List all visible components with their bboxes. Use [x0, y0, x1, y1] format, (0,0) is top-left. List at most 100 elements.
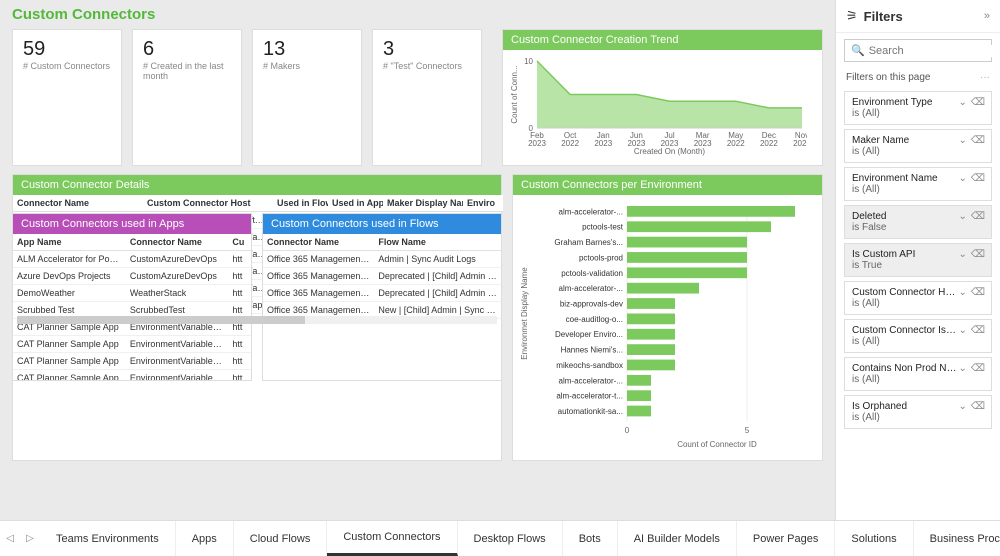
cell: Office 365 Management API — [263, 285, 374, 302]
col-header[interactable]: Used in Apps — [328, 195, 383, 212]
chevron-down-icon[interactable]: ⌄ — [958, 363, 966, 374]
nav-tab[interactable]: AI Builder Models — [618, 521, 737, 556]
svg-text:alm-accelerator-...: alm-accelerator-... — [559, 207, 623, 216]
clear-icon[interactable]: ⌫ — [971, 287, 985, 298]
cell: ALM Accelerator for Power Platform — [13, 251, 126, 268]
col-header[interactable]: Connector Name — [126, 234, 229, 251]
clear-icon[interactable]: ⌫ — [971, 211, 985, 222]
table-row[interactable]: ALM Accelerator for Power PlatformCustom… — [13, 251, 251, 268]
chevron-down-icon[interactable]: ⌄ — [958, 97, 966, 108]
filter-card[interactable]: Environment Typeis (All)⌄⌫ — [844, 91, 992, 125]
nav-tab[interactable]: Power Pages — [737, 521, 835, 556]
nav-tab[interactable]: Bots — [563, 521, 618, 556]
search-icon: 🔍 — [851, 44, 865, 57]
svg-text:2022: 2022 — [727, 139, 745, 148]
col-header[interactable]: Connector Name — [13, 195, 143, 212]
clear-icon[interactable]: ⌫ — [971, 173, 985, 184]
table-row[interactable]: DemoWeatherWeatherStackhtt — [13, 285, 251, 302]
filter-value: is (All) — [852, 412, 984, 423]
kpi-label: # "Test" Connectors — [383, 61, 471, 71]
filter-value: is (All) — [852, 374, 984, 385]
clear-icon[interactable]: ⌫ — [971, 325, 985, 336]
filter-name: Contains Non Prod Na... — [852, 363, 957, 374]
chevron-down-icon[interactable]: ⌄ — [958, 249, 966, 260]
filter-card[interactable]: Deletedis False⌄⌫ — [844, 205, 992, 239]
clear-icon[interactable]: ⌫ — [971, 401, 985, 412]
col-header[interactable]: Cu — [228, 234, 251, 251]
search-input[interactable] — [869, 45, 1000, 57]
nav-tab[interactable]: Business Process Flows — [914, 521, 1000, 556]
collapse-icon[interactable]: » — [984, 10, 990, 22]
flows-table[interactable]: Connector NameFlow Name Office 365 Manag… — [263, 234, 501, 319]
table-row[interactable]: Office 365 Management APIDeprecated | [C… — [263, 268, 501, 285]
nav-tab[interactable]: Custom Connectors — [327, 521, 457, 556]
chevron-down-icon[interactable]: ⌄ — [958, 211, 966, 222]
chevron-down-icon[interactable]: ⌄ — [958, 401, 966, 412]
svg-text:Graham Barnes's...: Graham Barnes's... — [554, 238, 623, 247]
filter-card[interactable]: Is Orphanedis (All)⌄⌫ — [844, 395, 992, 429]
cell: CAT Planner Sample App — [13, 336, 126, 353]
cell: CustomAzureDevOps — [126, 251, 229, 268]
search-box[interactable]: 🔍 — [844, 39, 992, 62]
svg-text:10: 10 — [524, 57, 533, 66]
kpi-card-test[interactable]: 3# "Test" Connectors — [372, 29, 482, 166]
filter-card[interactable]: Contains Non Prod Na...is (All)⌄ ⌫ — [844, 357, 992, 391]
svg-text:2022: 2022 — [760, 139, 778, 148]
more-icon[interactable]: ··· — [980, 72, 990, 83]
col-header[interactable]: Enviro — [463, 195, 503, 212]
env-chart[interactable]: Custom Connectors per Environment 05alm-… — [512, 174, 823, 461]
apps-table-card[interactable]: Custom Connectors used in Apps App NameC… — [12, 213, 252, 381]
nav-tab[interactable]: Solutions — [835, 521, 913, 556]
filter-card[interactable]: Maker Nameis (All)⌄ ⌫ — [844, 129, 992, 163]
col-header[interactable]: App Name — [13, 234, 126, 251]
col-header[interactable]: Maker Display Name — [383, 195, 463, 212]
kpi-value: 13 — [263, 38, 351, 61]
filter-card[interactable]: Environment Nameis (All)⌄⌫ — [844, 167, 992, 201]
filters-pane[interactable]: ⚞ Filters » 🔍 Filters on this page ··· E… — [835, 0, 1000, 556]
chevron-down-icon[interactable]: ⌄ — [958, 287, 966, 298]
nav-prev[interactable]: ◁ — [0, 533, 20, 544]
cell: htt — [228, 353, 251, 370]
kpi-card-makers[interactable]: 13# Makers — [252, 29, 362, 166]
flows-table-card[interactable]: Custom Connectors used in Flows Connecto… — [262, 213, 502, 381]
table-row[interactable]: Office 365 Management APIDeprecated | [C… — [263, 285, 501, 302]
col-header[interactable]: Connector Name — [263, 234, 374, 251]
col-header[interactable]: Flow Name — [374, 234, 501, 251]
table-row[interactable]: CAT Planner Sample AppEnvironmentVariabl… — [13, 353, 251, 370]
filter-card[interactable]: Is Custom APIis True⌄⌫ — [844, 243, 992, 277]
svg-text:alm-accelerator-...: alm-accelerator-... — [559, 376, 623, 385]
clear-icon[interactable]: ⌫ — [971, 249, 985, 260]
svg-text:coe-auditlog-o...: coe-auditlog-o... — [566, 315, 623, 324]
apps-table[interactable]: App NameConnector NameCu ALM Accelerator… — [13, 234, 251, 381]
clear-icon[interactable]: ⌫ — [971, 363, 985, 374]
chevron-down-icon[interactable]: ⌄ — [958, 173, 966, 184]
table-row[interactable]: Office 365 Management APIAdmin | Sync Au… — [263, 251, 501, 268]
table-row[interactable]: CAT Planner Sample AppEnvironmentVariabl… — [13, 336, 251, 353]
filter-card[interactable]: Custom Connector Is ...is (All)⌄⌫ — [844, 319, 992, 353]
nav-tab[interactable]: Apps — [176, 521, 234, 556]
kpi-card-created[interactable]: 6# Created in the last month — [132, 29, 242, 166]
col-header[interactable]: Custom Connector Host — [143, 195, 273, 212]
filter-name: Is Custom API — [852, 249, 957, 260]
filter-value: is (All) — [852, 336, 984, 347]
col-header[interactable]: Used in Flows — [273, 195, 328, 212]
chevron-down-icon[interactable]: ⌄ — [958, 135, 966, 146]
kpi-card-connectors[interactable]: 59# Custom Connectors — [12, 29, 122, 166]
nav-tab[interactable]: Cloud Flows — [234, 521, 328, 556]
filter-name: Maker Name — [852, 135, 957, 146]
nav-tab[interactable]: Desktop Flows — [458, 521, 563, 556]
filter-card[interactable]: Custom Connector Hostis (All)⌄⌫ — [844, 281, 992, 315]
clear-icon[interactable]: ⌫ — [971, 135, 985, 146]
clear-icon[interactable]: ⌫ — [971, 97, 985, 108]
filter-name: Custom Connector Host — [852, 287, 957, 298]
nav-tab[interactable]: Teams Environments — [40, 521, 176, 556]
nav-next[interactable]: ▷ — [20, 533, 40, 544]
hscroll[interactable] — [17, 316, 497, 324]
table-row[interactable]: CAT Planner Sample AppEnvironmentVariabl… — [13, 370, 251, 382]
chevron-down-icon[interactable]: ⌄ — [958, 325, 966, 336]
nav-bar[interactable]: ◁ ▷ Teams EnvironmentsAppsCloud FlowsCus… — [0, 520, 1000, 556]
trend-chart[interactable]: Custom Connector Creation Trend 010Feb20… — [502, 29, 823, 166]
table-row[interactable]: Azure DevOps ProjectsCustomAzureDevOpsht… — [13, 268, 251, 285]
filter-value: is (All) — [852, 146, 984, 157]
filter-icon: ⚞ — [846, 8, 858, 24]
